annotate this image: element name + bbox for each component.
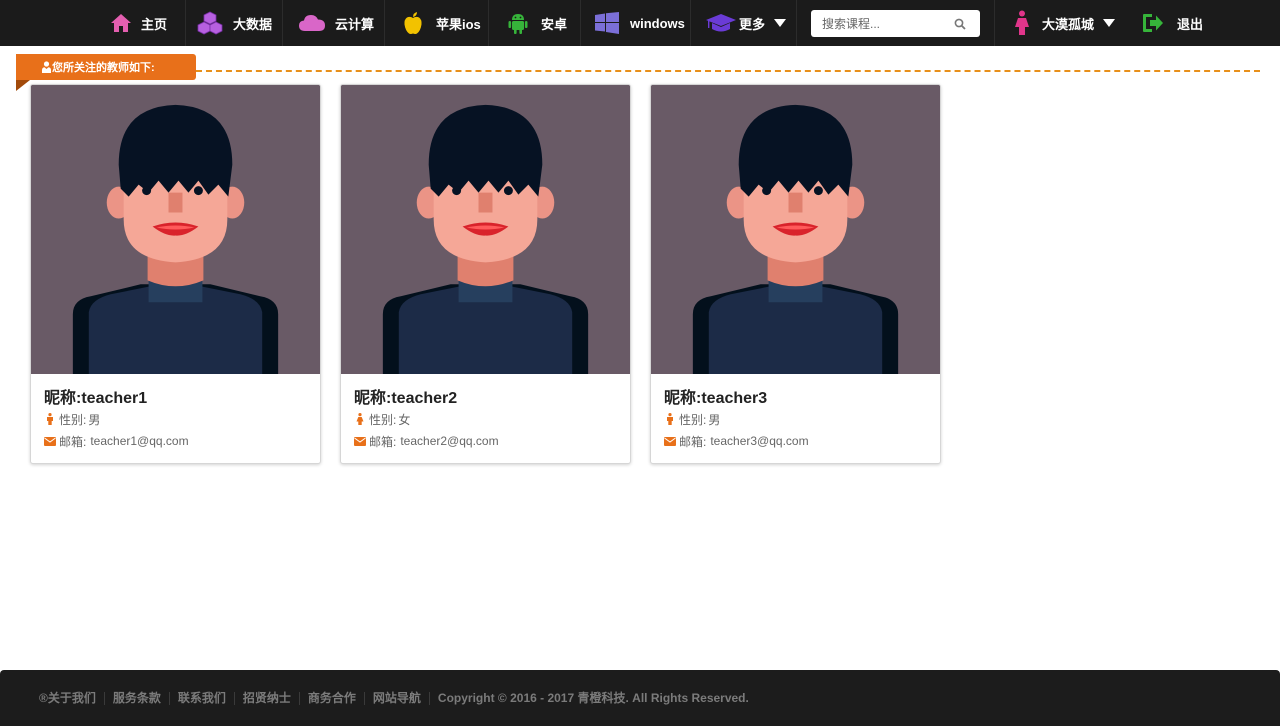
teacher-email: 邮箱: teacher3@qq.com bbox=[664, 432, 927, 450]
gender-label: 性别: bbox=[59, 412, 87, 427]
windows-icon bbox=[595, 12, 619, 34]
teacher-gender: 性别: 男 bbox=[44, 410, 307, 428]
email-label: 邮箱: bbox=[369, 434, 397, 449]
nav-item-android[interactable]: 安卓 bbox=[507, 0, 567, 46]
gender-label: 性别: bbox=[679, 412, 707, 427]
nickname-value: teacher2 bbox=[391, 390, 458, 407]
nav-item-windows[interactable]: windows bbox=[595, 0, 685, 46]
footer-link-about[interactable]: ®关于我们 bbox=[39, 691, 104, 705]
search-box bbox=[811, 10, 980, 37]
footer: ®关于我们 服务条款 联系我们 招贤纳士 商务合作 网站导航 Copyright… bbox=[0, 670, 1280, 726]
email-label: 邮箱: bbox=[679, 434, 707, 449]
apple-icon bbox=[402, 12, 424, 34]
nickname-label: 昵称: bbox=[44, 390, 82, 407]
nav-item-ios[interactable]: 苹果ios bbox=[402, 0, 481, 46]
nav-item-more[interactable]: 更多 bbox=[705, 0, 787, 46]
cubes-icon bbox=[196, 11, 224, 35]
user-name: 大漠孤城 bbox=[1042, 16, 1095, 32]
chevron-down-icon bbox=[1103, 19, 1116, 27]
ribbon-fold bbox=[16, 80, 30, 91]
section-ribbon: 您所关注的教师如下: bbox=[16, 54, 196, 80]
search-icon[interactable] bbox=[949, 13, 971, 35]
home-icon bbox=[110, 12, 132, 34]
envelope-icon bbox=[44, 436, 56, 446]
section-title: 您所关注的教师如下: bbox=[52, 62, 155, 74]
male-icon bbox=[44, 413, 56, 425]
logout-label: 退出 bbox=[1177, 16, 1204, 32]
teacher-card[interactable]: 昵称:teacher3 性别: 男 邮箱: teacher3@qq.com bbox=[650, 84, 941, 464]
male-icon bbox=[664, 413, 676, 425]
email-label: 邮箱: bbox=[59, 434, 87, 449]
teacher-avatar bbox=[341, 85, 630, 374]
teacher-nickname: 昵称:teacher1 bbox=[44, 384, 307, 407]
teacher-avatar bbox=[31, 85, 320, 374]
teacher-email: 邮箱: teacher1@qq.com bbox=[44, 432, 307, 450]
teacher-icon bbox=[41, 61, 52, 76]
teacher-email: 邮箱: teacher2@qq.com bbox=[354, 432, 617, 450]
sign-out-icon bbox=[1142, 12, 1164, 34]
envelope-icon bbox=[664, 436, 676, 446]
search-input[interactable] bbox=[811, 11, 949, 36]
teacher-card[interactable]: 昵称:teacher1 性别: 男 邮箱: teacher1@qq.com bbox=[30, 84, 321, 464]
nav-label-bigdata: 大数据 bbox=[233, 16, 273, 32]
teacher-gender: 性别: 女 bbox=[354, 410, 617, 428]
chevron-down-icon bbox=[774, 19, 787, 27]
graduation-cap-icon bbox=[705, 12, 737, 34]
logout-button[interactable]: 退出 bbox=[1142, 0, 1203, 46]
nav-label-home: 主页 bbox=[141, 16, 168, 32]
teacher-nickname: 昵称:teacher2 bbox=[354, 384, 617, 407]
top-navbar: 主页 大数据 云计算 苹果ios 安卓 windows 更多 搜索课程... 大… bbox=[0, 0, 1280, 46]
teacher-card[interactable]: 昵称:teacher2 性别: 女 邮箱: teacher2@qq.com bbox=[340, 84, 631, 464]
female-user-icon bbox=[1012, 10, 1032, 35]
footer-link-contact[interactable]: 联系我们 bbox=[168, 691, 234, 705]
user-menu[interactable]: 大漠孤城 bbox=[1012, 0, 1116, 46]
nav-item-bigdata[interactable]: 大数据 bbox=[196, 0, 272, 46]
envelope-icon bbox=[354, 436, 366, 446]
nickname-value: teacher1 bbox=[81, 390, 148, 407]
nav-label-cloud: 云计算 bbox=[335, 16, 375, 32]
cloud-icon bbox=[298, 12, 326, 34]
nav-label-windows: windows bbox=[630, 15, 685, 31]
footer-link-terms[interactable]: 服务条款 bbox=[103, 691, 169, 705]
nav-item-cloud[interactable]: 云计算 bbox=[298, 0, 374, 46]
nav-label-android: 安卓 bbox=[541, 16, 568, 32]
footer-link-jobs[interactable]: 招贤纳士 bbox=[233, 691, 299, 705]
nickname-value: teacher3 bbox=[701, 390, 768, 407]
gender-label: 性别: bbox=[369, 412, 397, 427]
footer-link-business[interactable]: 商务合作 bbox=[298, 691, 364, 705]
nav-label-more: 更多 bbox=[739, 16, 766, 32]
gender-value: 女 bbox=[398, 412, 411, 427]
footer-link-sitemap[interactable]: 网站导航 bbox=[363, 691, 429, 705]
email-value: teacher2@qq.com bbox=[400, 434, 499, 448]
gender-value: 男 bbox=[88, 412, 101, 427]
nav-item-home[interactable]: 主页 bbox=[110, 0, 167, 46]
gender-value: 男 bbox=[708, 412, 721, 427]
email-value: teacher1@qq.com bbox=[90, 434, 189, 448]
teacher-nickname: 昵称:teacher3 bbox=[664, 384, 927, 407]
female-icon bbox=[354, 413, 366, 425]
copyright: Copyright © 2016 - 2017 青橙科技. All Rights… bbox=[428, 691, 749, 705]
section-divider bbox=[196, 70, 1260, 72]
nickname-label: 昵称: bbox=[354, 390, 392, 407]
teacher-avatar bbox=[651, 85, 940, 374]
android-icon bbox=[507, 12, 529, 34]
nickname-label: 昵称: bbox=[664, 390, 702, 407]
nav-label-ios: 苹果ios bbox=[436, 16, 481, 32]
email-value: teacher3@qq.com bbox=[710, 434, 809, 448]
teacher-gender: 性别: 男 bbox=[664, 410, 927, 428]
